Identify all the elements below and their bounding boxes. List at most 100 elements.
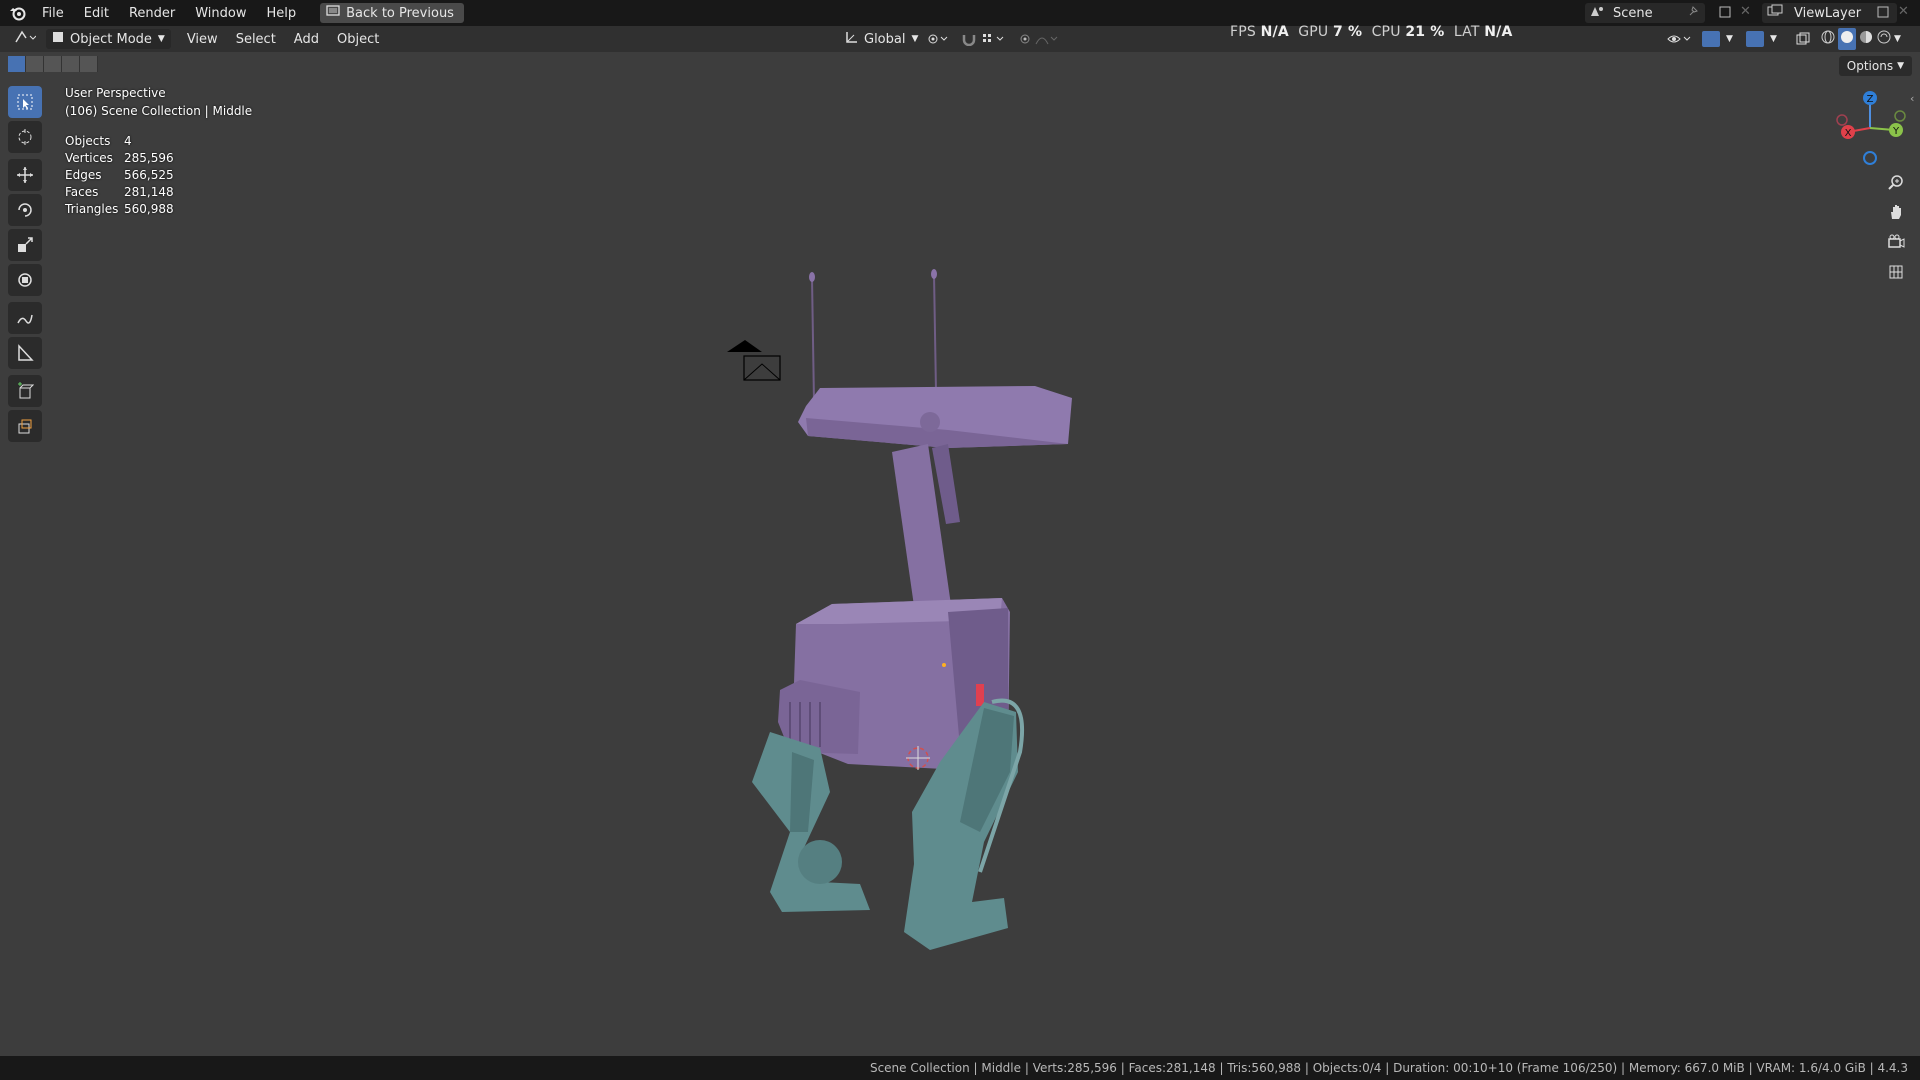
scale-icon[interactable] [8, 229, 42, 261]
xray-toggle-icon[interactable] [1790, 29, 1816, 49]
annotate-icon[interactable] [8, 302, 42, 334]
menu-help[interactable]: Help [257, 6, 307, 21]
chevron-down-icon: ▼ [1897, 61, 1904, 71]
options-dropdown[interactable]: Options ▼ [1838, 56, 1912, 76]
cursor-icon[interactable] [8, 121, 42, 153]
view-layer-name: ViewLayer [1794, 5, 1862, 21]
back-to-previous-label: Back to Previous [346, 5, 454, 21]
collection-label: (106) Scene Collection | Middle [65, 104, 253, 118]
delete-scene-icon[interactable]: ✕ [1740, 4, 1751, 19]
gizmo-x-label: X [1845, 128, 1852, 139]
stat-value: 285,596 [124, 151, 174, 165]
stat-row: Triangles 560,988 [65, 202, 174, 219]
stat-row: Faces 281,148 [65, 185, 174, 202]
options-label: Options [1846, 59, 1894, 73]
back-to-previous-button[interactable]: Back to Previous [320, 3, 464, 23]
scene-selector[interactable]: Scene [1585, 3, 1705, 23]
shading-dropdown-icon[interactable]: ▼ [1894, 34, 1901, 44]
stat-row: Vertices 285,596 [65, 151, 174, 168]
zoom-icon[interactable] [1882, 168, 1910, 196]
select-box-icon[interactable] [8, 86, 42, 118]
solid-shading-icon[interactable] [1838, 28, 1856, 50]
camera-icon[interactable] [1882, 228, 1910, 256]
menu-window[interactable]: Window [185, 6, 256, 21]
menu-add[interactable]: Add [288, 29, 325, 49]
stat-value: 560,988 [124, 202, 174, 216]
pivot-point-button[interactable] [920, 29, 954, 49]
snap-target-button[interactable] [975, 29, 1013, 49]
top-menu-bar: File Edit Render Window Help Back to Pre… [0, 0, 1920, 26]
menu-render[interactable]: Render [119, 6, 185, 21]
viewport-header: Object Mode ▼ View Select Add Object Glo… [0, 26, 1920, 52]
object-mode-dropdown[interactable]: Object Mode ▼ [46, 29, 171, 49]
select-intersect-icon[interactable] [80, 56, 98, 72]
new-view-layer-icon[interactable] [1876, 5, 1890, 23]
stat-value: 281,148 [124, 185, 174, 199]
proportional-editing-icon[interactable] [1012, 29, 1064, 49]
move-icon[interactable] [8, 159, 42, 191]
new-scene-icon[interactable] [1718, 5, 1732, 23]
editor-type-button[interactable] [8, 29, 42, 49]
transform-icon[interactable] [8, 264, 42, 296]
menu-view[interactable]: View [181, 29, 224, 49]
menu-select[interactable]: Select [230, 29, 282, 49]
orientation-icon [844, 30, 858, 48]
rendered-shading-icon[interactable] [1876, 29, 1892, 49]
grid-icon[interactable] [1882, 258, 1910, 286]
lat-value: N/A [1484, 24, 1513, 40]
extrude-icon[interactable] [8, 410, 42, 442]
gizmo-y-label: Y [1892, 126, 1900, 137]
wireframe-shading-icon[interactable] [1820, 29, 1836, 49]
shading-mode-buttons[interactable]: ▼ [1814, 28, 1907, 50]
measure-icon[interactable] [8, 337, 42, 369]
tool-shelf [8, 86, 46, 445]
object-mode-label: Object Mode [70, 31, 152, 47]
menu-object[interactable]: Object [331, 29, 385, 49]
chevron-down-icon: ▼ [911, 34, 919, 44]
screen-icon [326, 5, 340, 21]
pin-icon[interactable] [1687, 5, 1699, 21]
object-mode-icon [52, 31, 64, 47]
stat-row: Edges 566,525 [65, 168, 174, 185]
3d-viewport[interactable] [0, 52, 1920, 1056]
editor-type-icon [14, 30, 37, 48]
select-extend-icon[interactable] [26, 56, 44, 72]
stat-label: Edges [65, 168, 102, 182]
scene-name: Scene [1613, 5, 1653, 21]
material-shading-icon[interactable] [1858, 29, 1874, 49]
menu-edit[interactable]: Edit [74, 6, 119, 21]
status-bar: Scene Collection | Middle | Verts:285,59… [0, 1056, 1920, 1080]
perspective-label: User Perspective [65, 86, 166, 100]
stat-row: Objects 4 [65, 134, 174, 151]
fps-label: FPS [1230, 24, 1256, 40]
hand-icon[interactable] [1882, 198, 1910, 226]
visibility-dropdown[interactable] [1660, 29, 1698, 49]
gpu-label: GPU [1298, 24, 1329, 40]
overlays-dropdown-icon[interactable]: ▼ [1764, 29, 1783, 49]
transform-orientation-dropdown[interactable]: Global ▼ [838, 29, 924, 49]
select-new-icon[interactable] [8, 56, 26, 72]
stat-value: 566,525 [124, 168, 174, 182]
stat-label: Vertices [65, 151, 113, 165]
delete-view-layer-icon[interactable]: ✕ [1898, 4, 1909, 19]
blender-logo-icon[interactable] [4, 0, 32, 26]
menu-file[interactable]: File [32, 6, 74, 21]
stat-label: Faces [65, 185, 99, 199]
lat-label: LAT [1453, 24, 1480, 40]
add-cube-icon[interactable] [8, 375, 42, 407]
collapse-sidebar-icon[interactable]: ‹ [1910, 92, 1914, 105]
gpu-value: 7 % [1333, 24, 1363, 40]
scene-icon [1589, 4, 1605, 22]
select-invert-icon[interactable] [62, 56, 80, 72]
cpu-label: CPU [1371, 24, 1401, 40]
navigation-gizmo[interactable]: Z Y X [1830, 88, 1910, 168]
stat-label: Triangles [65, 202, 119, 216]
select-subtract-icon[interactable] [44, 56, 62, 72]
gizmo-z-label: Z [1867, 94, 1874, 105]
orientation-label: Global [864, 31, 906, 47]
robot-model[interactable] [0, 52, 1920, 1056]
performance-stats: FPS N/A GPU 7 % CPU 21 % LAT N/A [1230, 24, 1513, 40]
rotate-icon[interactable] [8, 194, 42, 226]
gizmo-dropdown-icon[interactable]: ▼ [1720, 29, 1739, 49]
stat-label: Objects [65, 134, 111, 148]
